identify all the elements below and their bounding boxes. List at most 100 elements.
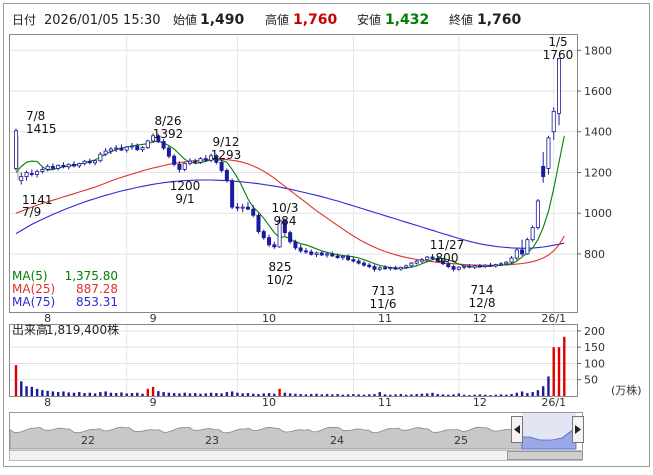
volume-bar (230, 391, 234, 396)
volume-bar (404, 394, 408, 396)
volume-bar (320, 394, 323, 396)
price-x-tick-label: 10 (262, 312, 276, 325)
volume-bar (294, 393, 297, 396)
candle-body (472, 265, 477, 268)
volume-bar (141, 393, 144, 396)
range-navigator[interactable]: 22 23 24 25 (9, 412, 584, 461)
price-x-tick-label: 9 (150, 312, 157, 325)
navigator-year-label: 24 (330, 434, 344, 447)
volume-bar (278, 388, 281, 396)
candle-body (61, 164, 66, 168)
volume-bar (410, 394, 413, 396)
candle-body (145, 140, 150, 149)
annotation-date: 11/6 (370, 297, 397, 311)
volume-x-tick-label: 26/1 (541, 396, 566, 409)
annotation-value: 1392 (153, 127, 184, 141)
volume-bar (510, 394, 513, 396)
low-value: 1,432 (385, 12, 429, 28)
candle-body (288, 232, 293, 243)
volume-bar (99, 392, 102, 396)
candle-body (504, 261, 509, 265)
annotation-value: 825 (269, 260, 292, 274)
legend-ma5-value: 1,375.80 (65, 269, 118, 283)
annotation-value: 1200 (170, 179, 201, 193)
candle-body (256, 214, 261, 232)
navigator-scrollbar-track[interactable] (9, 450, 583, 461)
annotation-date: 11/27 (430, 238, 465, 252)
volume-bar (489, 395, 492, 396)
navigator-scrollbar-thumb[interactable] (507, 451, 583, 460)
legend-ma25-name: MA(25) (12, 282, 55, 296)
candle-body (177, 163, 182, 170)
volume-bar (288, 393, 292, 396)
candle-body (377, 267, 382, 270)
candle-body (193, 160, 198, 163)
volume-bar (468, 395, 471, 396)
candle-body (135, 145, 140, 151)
legend-ma5-name: MA(5) (12, 269, 48, 283)
candle-body (13, 130, 18, 169)
candle-body (103, 150, 108, 155)
high-value: 1,760 (293, 12, 338, 28)
volume-bar (157, 391, 160, 396)
candle-body (467, 265, 472, 268)
volume-bar (283, 392, 287, 396)
volume-bar (88, 392, 92, 396)
candle-body (404, 265, 409, 268)
annotation-value: 1293 (211, 148, 242, 162)
volume-bar (462, 394, 466, 396)
volume-bar (20, 381, 23, 396)
open-label: 始値 (173, 12, 197, 27)
volume-bar (204, 393, 207, 396)
volume-bar (362, 394, 366, 396)
volume-bar (167, 392, 171, 396)
candle-body (367, 264, 372, 267)
volume-bar (109, 392, 113, 396)
volume-bar (563, 336, 566, 396)
volume-bar (341, 394, 345, 396)
volume-bar (183, 392, 186, 396)
volume-bar (14, 365, 18, 396)
volume-bar (125, 393, 128, 396)
volume-bar (536, 390, 540, 396)
close-label: 終値 (449, 12, 473, 27)
volume-bar (25, 386, 28, 396)
candle-body (388, 267, 393, 270)
annotation-date: 7/8 (26, 109, 45, 123)
candle-body (383, 267, 388, 270)
candle-body (346, 256, 351, 261)
volume-bar (130, 393, 134, 396)
candle-body (50, 165, 55, 169)
annotation-value: 1141 (22, 193, 53, 207)
navigator-right-handle[interactable] (572, 416, 584, 443)
volume-bar (420, 393, 424, 396)
date-label: 日付 (12, 13, 36, 27)
volume-bar (557, 347, 561, 396)
candle-body (314, 252, 319, 255)
navigator-left-handle[interactable] (511, 416, 523, 443)
candle-body (499, 263, 504, 266)
candle-body (483, 264, 488, 267)
candle-body (372, 266, 377, 270)
volume-bar (368, 394, 371, 396)
candle-body (114, 147, 119, 150)
candle-body (140, 147, 145, 151)
candle-body (514, 249, 519, 259)
candle-body (187, 160, 192, 164)
candle-body (525, 239, 530, 255)
candle-body (82, 160, 87, 164)
volume-bar (494, 394, 497, 396)
volume-bar (215, 393, 218, 396)
annotation-value: 1415 (26, 122, 57, 136)
volume-bar (236, 392, 239, 396)
candle-body (419, 259, 424, 262)
candle-body (124, 146, 129, 151)
candle-body (298, 247, 303, 252)
candle-body (87, 160, 92, 164)
volume-bar (331, 394, 334, 396)
candle-body (325, 253, 330, 256)
volume-x-tick-label: 10 (262, 396, 276, 409)
annotation-value: 713 (372, 284, 395, 298)
volume-bar (304, 394, 308, 396)
volume-bar (394, 394, 397, 396)
